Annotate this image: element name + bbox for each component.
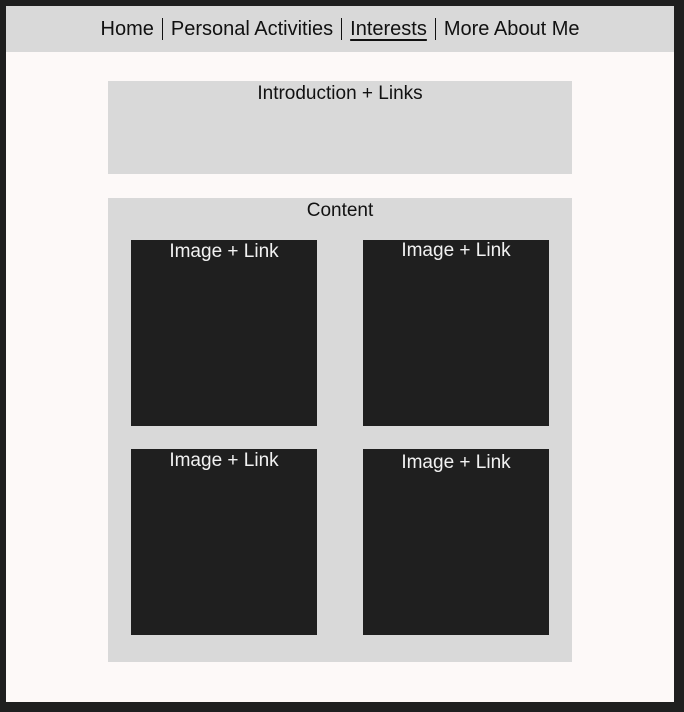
nav-link-more-about-me[interactable]: More About Me bbox=[442, 17, 582, 41]
introduction-section: Introduction + Links bbox=[108, 81, 572, 174]
image-link-card-2[interactable]: Image + Link bbox=[363, 240, 549, 426]
image-link-card-3[interactable]: Image + Link bbox=[131, 449, 317, 635]
nav-link-interests[interactable]: Interests bbox=[348, 17, 429, 41]
image-link-label: Image + Link bbox=[169, 241, 279, 262]
top-navigation-bar: Home Personal Activities Interests More … bbox=[6, 6, 674, 52]
nav-link-personal-activities[interactable]: Personal Activities bbox=[169, 17, 335, 41]
image-link-card-4[interactable]: Image + Link bbox=[363, 449, 549, 635]
image-link-card-1[interactable]: Image + Link bbox=[131, 240, 317, 426]
nav-separator bbox=[161, 18, 163, 40]
content-section: Content Image + Link Image + Link Image … bbox=[108, 198, 572, 662]
image-link-label: Image + Link bbox=[401, 240, 511, 261]
image-link-label: Image + Link bbox=[169, 450, 279, 471]
content-title: Content bbox=[306, 200, 374, 221]
introduction-label: Introduction + Links bbox=[257, 83, 423, 104]
nav-separator bbox=[341, 18, 343, 40]
nav-separator bbox=[434, 18, 436, 40]
image-link-label: Image + Link bbox=[401, 452, 511, 473]
page-frame: Home Personal Activities Interests More … bbox=[6, 6, 674, 702]
nav-link-home[interactable]: Home bbox=[99, 17, 156, 41]
